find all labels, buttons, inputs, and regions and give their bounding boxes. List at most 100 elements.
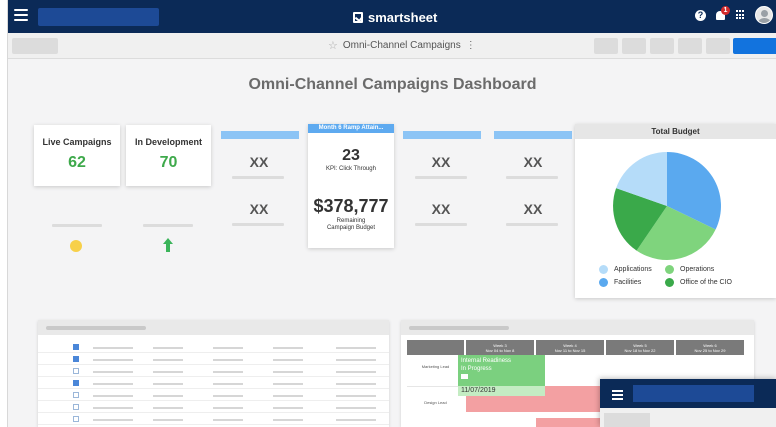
cell-placeholder <box>153 347 183 349</box>
kpi-card: Month 6 Ramp Attain... 23 KPI: Click Thr… <box>308 124 394 248</box>
cell-placeholder <box>336 419 376 421</box>
overlay-menu-icon[interactable] <box>612 390 623 402</box>
search-input[interactable] <box>38 8 159 26</box>
cell-placeholder <box>273 419 303 421</box>
legend-label: Operations <box>680 266 715 273</box>
share-button[interactable] <box>733 38 776 54</box>
placeholder-line <box>52 224 102 227</box>
cell-placeholder <box>93 383 133 385</box>
dashboard-title: Omni-Channel Campaigns Dashboard <box>248 76 537 93</box>
more-options-icon[interactable]: ⋮ <box>466 40 476 51</box>
cell-placeholder <box>93 419 133 421</box>
cell-placeholder <box>273 359 303 361</box>
placeholder-line <box>415 223 467 226</box>
week-dates: Nov 25 to Nov 29 <box>694 348 726 353</box>
placeholder-line <box>506 176 558 179</box>
row-checkbox[interactable] <box>73 368 79 374</box>
placeholder-value: XX <box>249 201 269 217</box>
task-flag-icon <box>461 374 468 379</box>
cell-placeholder <box>213 359 243 361</box>
brand-logo: smartsheet <box>353 8 437 26</box>
cell-placeholder <box>273 395 303 397</box>
apps-grid-icon[interactable] <box>736 10 746 20</box>
cell-placeholder <box>93 395 133 397</box>
placeholder-value: XX <box>523 154 543 170</box>
budget-remaining-label: Remaining Campaign Budget <box>308 218 394 232</box>
brand-name: smartsheet <box>368 9 438 25</box>
cell-placeholder <box>336 407 376 409</box>
row-checkbox[interactable] <box>73 356 79 362</box>
row-checkbox[interactable] <box>73 404 79 410</box>
user-avatar[interactable] <box>755 6 773 24</box>
cell-placeholder <box>93 359 133 361</box>
toolbar-button-3[interactable] <box>650 38 674 54</box>
legend-item-office-cio: Office of the CIO <box>665 278 732 287</box>
table-row[interactable] <box>38 378 389 389</box>
gantt-week-header: Week 6 Nov 25 to Nov 29 <box>676 340 744 355</box>
table-row[interactable] <box>38 366 389 377</box>
cell-placeholder <box>213 383 243 385</box>
legend-item-applications: Applications <box>599 265 652 274</box>
overlay-toolbar-button[interactable] <box>604 413 650 427</box>
row-checkbox[interactable] <box>73 380 79 386</box>
placeholder-line <box>143 224 193 227</box>
favorite-star-icon[interactable]: ☆ <box>328 40 338 51</box>
help-icon[interactable]: ? <box>695 9 706 21</box>
table-row[interactable] <box>38 354 389 365</box>
table-row[interactable] <box>38 390 389 401</box>
toolbar-button-1[interactable] <box>594 38 618 54</box>
gantt-week-header: Week 4 Nov 11 to Nov 15 <box>536 340 604 355</box>
smartsheet-logo-icon <box>353 11 363 23</box>
top-nav-bar: smartsheet ? 1 <box>8 0 776 33</box>
app-window: smartsheet ? 1 ☆ Omni-Channel Campaigns … <box>7 0 776 427</box>
row-checkbox[interactable] <box>73 392 79 398</box>
row-checkbox[interactable] <box>73 416 79 422</box>
task-date: 11/07/2019 <box>458 386 545 396</box>
status-yellow-icon <box>70 240 82 252</box>
kpi-label: KPI: Click Through <box>326 166 376 172</box>
top-nav-icons: ? 1 <box>695 6 773 24</box>
sheet-title: ☆ Omni-Channel Campaigns ⋮ <box>328 40 476 51</box>
metric-card-live-campaigns: Live Campaigns 62 <box>34 125 120 186</box>
hamburger-menu-icon[interactable] <box>14 9 28 21</box>
toolbar-button-5[interactable] <box>706 38 730 54</box>
gantt-bar-red[interactable] <box>536 418 604 427</box>
gantt-week-header: Week 3 Nov 04 to Nov 8 <box>466 340 534 355</box>
remaining-label: Remaining <box>336 218 366 224</box>
metric-label: Live Campaigns <box>42 137 112 147</box>
placeholder-line <box>232 223 284 226</box>
sheet-title-text: Omni-Channel Campaigns <box>342 40 461 51</box>
total-budget-card: Total Budget Applications Operations Fac… <box>575 124 776 298</box>
gantt-week-header: Week 5 Nov 18 to Nov 22 <box>606 340 674 355</box>
kpi-header: Month 6 Ramp Attain... <box>308 124 394 133</box>
cell-placeholder <box>213 419 243 421</box>
task-title: Internal Readiness <box>461 358 512 364</box>
table-row[interactable] <box>38 402 389 413</box>
toolbar-button-2[interactable] <box>622 38 646 54</box>
toolbar-left-button[interactable] <box>12 38 58 54</box>
legend-label: Applications <box>614 266 652 273</box>
table-row[interactable] <box>38 342 389 353</box>
cell-placeholder <box>153 359 183 361</box>
placeholder-line <box>232 176 284 179</box>
notification-bell-icon[interactable]: 1 <box>715 6 730 21</box>
budget-title: Total Budget <box>575 124 776 139</box>
cell-placeholder <box>213 347 243 349</box>
metric-value: 70 <box>159 154 178 171</box>
gantt-row-label: Marketing Lead <box>421 364 450 369</box>
sheet-toolbar: ☆ Omni-Channel Campaigns ⋮ <box>8 33 776 59</box>
cell-placeholder <box>93 371 133 373</box>
metric-card-in-development: In Development 70 <box>126 125 211 186</box>
table-row[interactable] <box>38 414 389 425</box>
cell-placeholder <box>336 359 376 361</box>
cell-placeholder <box>273 407 303 409</box>
legend-dot-icon <box>665 265 674 274</box>
toolbar-button-4[interactable] <box>678 38 702 54</box>
row-checkbox[interactable] <box>73 344 79 350</box>
cell-placeholder <box>336 347 376 349</box>
cell-placeholder <box>153 395 183 397</box>
legend-label: Office of the CIO <box>680 279 733 286</box>
overlay-search-input[interactable] <box>633 385 754 402</box>
placeholder-value: XX <box>431 154 451 170</box>
week-dates: Nov 11 to Nov 15 <box>554 348 586 353</box>
